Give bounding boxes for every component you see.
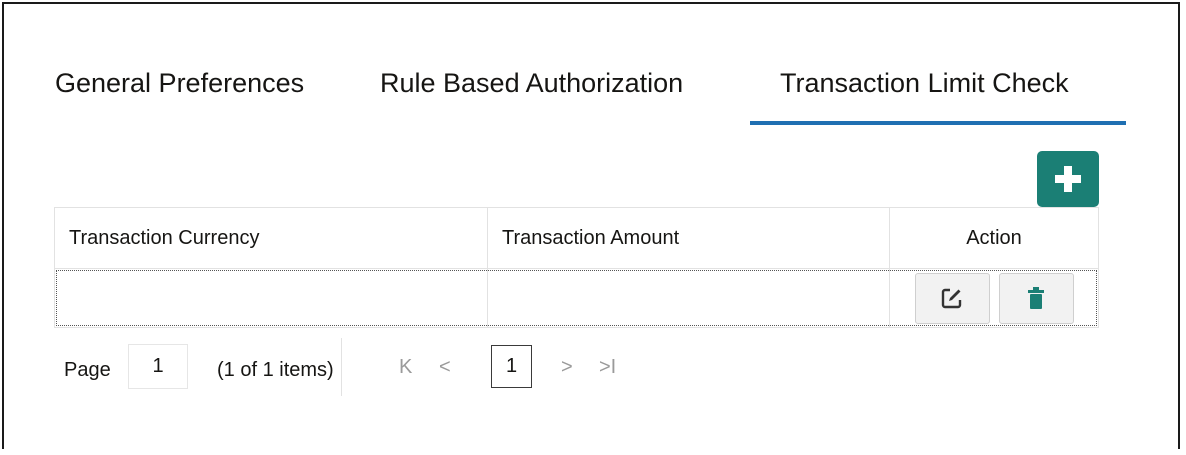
plus-icon	[1055, 166, 1081, 192]
selected-tab-indicator	[750, 121, 1126, 125]
tab-transaction-limit-check[interactable]: Transaction Limit Check	[780, 68, 1069, 99]
add-row-button[interactable]	[1037, 151, 1099, 207]
cell-actions	[890, 269, 1098, 327]
cell-amount[interactable]	[488, 269, 890, 327]
trash-icon	[1028, 287, 1044, 309]
last-page-button[interactable]: >I	[599, 356, 616, 379]
first-page-button[interactable]: K	[399, 356, 412, 379]
column-header-amount[interactable]: Transaction Amount	[488, 208, 890, 268]
page-number-input[interactable]: 1	[128, 344, 188, 389]
column-header-currency[interactable]: Transaction Currency	[55, 208, 488, 268]
next-page-button[interactable]: >	[561, 356, 573, 379]
items-count: (1 of 1 items)	[217, 359, 334, 381]
current-page-button[interactable]: 1	[491, 345, 532, 388]
table-header: Transaction Currency Transaction Amount …	[55, 208, 1098, 269]
transaction-limit-table: Transaction Currency Transaction Amount …	[54, 207, 1099, 328]
table-row[interactable]	[55, 269, 1098, 327]
tab-rule-based-authorization[interactable]: Rule Based Authorization	[380, 68, 683, 99]
pager-divider	[341, 338, 342, 396]
cell-currency[interactable]	[55, 269, 488, 327]
page-label: Page	[64, 359, 111, 381]
previous-page-button[interactable]: <	[439, 356, 451, 379]
delete-button[interactable]	[998, 272, 1074, 324]
tab-general-preferences[interactable]: General Preferences	[55, 68, 304, 99]
edit-icon	[941, 288, 962, 309]
edit-button[interactable]	[914, 272, 990, 324]
column-header-action: Action	[966, 226, 1022, 249]
